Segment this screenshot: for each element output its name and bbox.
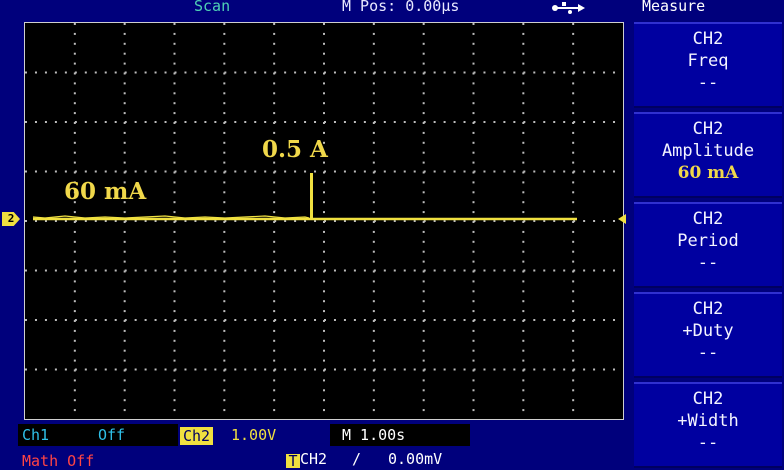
menu-title: Measure [642, 0, 706, 15]
timebase-readout: M 1.00s [342, 426, 406, 444]
measure-channel: CH2 [692, 389, 724, 409]
measure-name: +Duty [682, 321, 734, 341]
measure-name: +Width [677, 411, 739, 431]
measure-value: -- [697, 253, 719, 273]
trigger-level: 0.00mV [388, 450, 443, 468]
measure-value: -- [697, 343, 719, 363]
measure-channel: CH2 [692, 29, 724, 49]
bottom-status-bar: Ch1 Off Ch2 1.00V M 1.00s Math Off T CH2… [0, 424, 630, 470]
measure-amplitude-button[interactable]: CH2 Amplitude 60 mA [634, 112, 782, 198]
measure-width-button[interactable]: CH2 +Width -- [634, 382, 782, 468]
m-pos-readout: M Pos: 0.00µs [342, 0, 460, 15]
status-bar: Scan M Pos: 0.00µs [0, 0, 630, 16]
measure-channel: CH2 [692, 119, 724, 139]
baseline-current-label: 60 mA [64, 178, 147, 205]
measure-value: -- [697, 433, 719, 453]
ch2-scale: 1.00V [231, 426, 277, 444]
ch2-label[interactable]: Ch2 [180, 427, 214, 445]
waveform-display [24, 22, 624, 420]
peak-current-label: 0.5 A [262, 136, 328, 163]
measure-name: Amplitude [661, 141, 755, 161]
measure-duty-button[interactable]: CH2 +Duty -- [634, 292, 782, 378]
trigger-tag: T [286, 454, 300, 469]
trigger-level-marker[interactable] [618, 214, 626, 224]
trigger-source: CH2 [300, 450, 328, 468]
measure-channel: CH2 [692, 209, 724, 229]
trigger-slope-icon: / [352, 450, 362, 468]
ch2-level-marker[interactable]: 2 [2, 212, 20, 226]
measure-name: Freq [687, 51, 729, 71]
measure-freq-button[interactable]: CH2 Freq -- [634, 22, 782, 108]
ch2-trace [32, 173, 577, 221]
measure-channel: CH2 [692, 299, 724, 319]
acquisition-mode: Scan [194, 0, 231, 15]
measure-name: Period [677, 231, 739, 251]
measure-menu: Measure CH2 Freq -- CH2 Amplitude 60 mA … [630, 0, 784, 470]
ch1-label[interactable]: Ch1 [22, 426, 49, 444]
usb-icon [552, 2, 585, 14]
measure-value: -- [697, 73, 719, 93]
measure-period-button[interactable]: CH2 Period -- [634, 202, 782, 288]
measure-value: 60 mA [677, 163, 739, 183]
math-status: Math Off [22, 452, 95, 470]
ch1-state: Off [98, 426, 126, 444]
